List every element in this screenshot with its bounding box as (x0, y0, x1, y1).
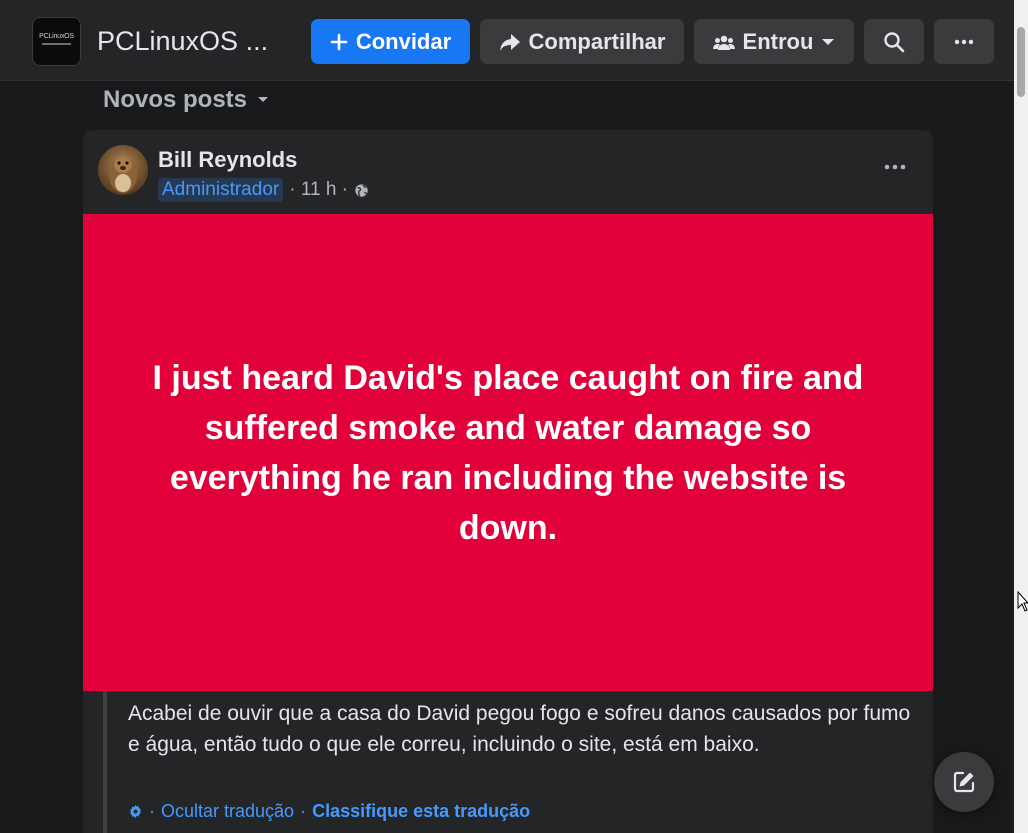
post-image-text: I just heard David's place caught on fir… (152, 358, 864, 547)
translation-separator: · (149, 801, 155, 821)
post-card: Bill Reynolds Administrador · 11 h · I j… (83, 130, 933, 833)
group-header-bar: PCLinuxOS PCLinuxOS ... Convidar Compart… (0, 0, 1014, 81)
hide-translation-link[interactable]: Ocultar tradução (161, 801, 294, 822)
mouse-cursor-icon (1017, 591, 1028, 612)
more-options-button[interactable] (934, 19, 994, 64)
post-options-button[interactable] (875, 152, 915, 182)
search-icon (884, 31, 905, 52)
group-thumbnail-logo: PCLinuxOS (39, 33, 74, 40)
groundhog-avatar-icon (109, 157, 137, 193)
role-badge[interactable]: Administrador (158, 178, 284, 202)
share-button-label: Compartilhar (528, 28, 666, 54)
invite-button[interactable]: Convidar (311, 19, 470, 64)
invite-button-label: Convidar (355, 28, 452, 54)
share-icon (499, 33, 520, 51)
feed-sort-label: Novos posts (103, 86, 248, 113)
post-timestamp[interactable]: · 11 h · (289, 179, 348, 201)
joined-button[interactable]: Entrou (694, 19, 854, 64)
more-horizontal-icon (954, 39, 974, 44)
translation-block: Acabei de ouvir que a casa do David pego… (103, 691, 913, 833)
rate-translation-link[interactable]: Classifique esta tradução (312, 801, 530, 822)
post-text-background-image[interactable]: I just heard David's place caught on fir… (83, 214, 933, 691)
group-title[interactable]: PCLinuxOS ... (97, 26, 268, 57)
members-icon (712, 35, 735, 50)
compose-button[interactable] (934, 752, 994, 812)
page-scrollbar[interactable] (1014, 0, 1028, 833)
group-thumbnail[interactable]: PCLinuxOS (32, 17, 81, 66)
globe-icon (355, 183, 368, 197)
scrollbar-thumb[interactable] (1017, 27, 1025, 97)
translation-text: Acabei de ouvir que a casa do David pego… (128, 702, 911, 756)
caret-down-icon (822, 38, 835, 45)
share-button[interactable]: Compartilhar (480, 19, 684, 64)
joined-button-label: Entrou (742, 28, 814, 54)
post-author-name[interactable]: Bill Reynolds (158, 147, 297, 173)
post-meta: Administrador · 11 h · (158, 178, 369, 202)
search-button[interactable] (864, 19, 924, 64)
plus-icon (330, 33, 348, 50)
translation-footer: · Ocultar tradução · Classifique esta tr… (128, 801, 530, 822)
translation-separator: · (300, 801, 307, 821)
caret-down-icon (258, 97, 269, 102)
feed-sort-dropdown[interactable]: Novos posts (103, 86, 269, 114)
gear-icon (130, 804, 141, 819)
author-avatar[interactable] (98, 145, 148, 195)
more-horizontal-icon (884, 164, 906, 170)
edit-icon (953, 771, 975, 793)
